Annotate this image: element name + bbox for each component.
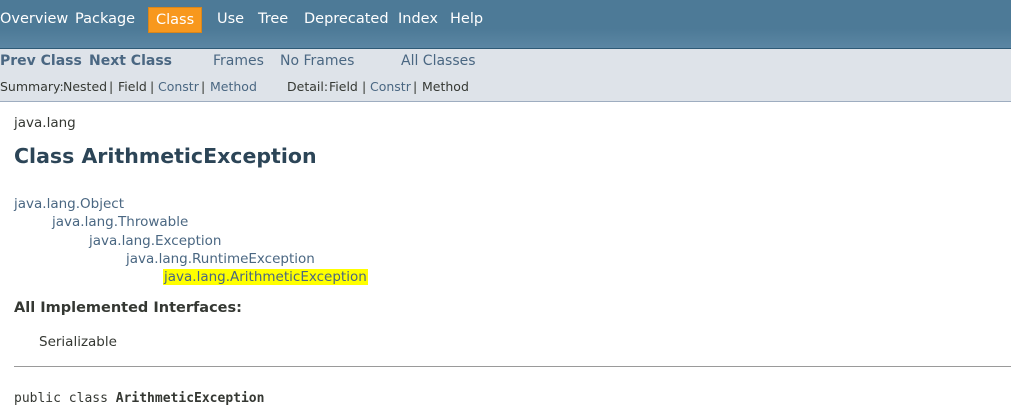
class-content: java.lang Class ArithmeticException java… xyxy=(0,101,1011,406)
detail-separator: | xyxy=(413,79,418,94)
interface-serializable-link[interactable]: Serializable xyxy=(39,334,117,350)
prev-class-link[interactable]: Prev Class xyxy=(0,53,82,69)
inheritance-exception-link[interactable]: java.lang.Exception xyxy=(89,233,221,249)
page-title: Class ArithmeticException xyxy=(14,144,317,168)
detail-field: Field xyxy=(329,79,358,94)
next-class-link[interactable]: Next Class xyxy=(89,53,172,69)
nav-help[interactable]: Help xyxy=(450,0,483,38)
inheritance-runtimeexception-link[interactable]: java.lang.RuntimeException xyxy=(126,251,315,267)
summary-nested: Nested xyxy=(63,79,108,94)
nav-use[interactable]: Use xyxy=(217,0,244,38)
detail-label: Detail: xyxy=(287,79,329,94)
frames-link[interactable]: Frames xyxy=(213,53,264,69)
summary-separator: | xyxy=(109,79,114,94)
summary-separator: | xyxy=(150,79,155,94)
no-frames-link[interactable]: No Frames xyxy=(280,53,354,69)
inheritance-object-link[interactable]: java.lang.Object xyxy=(14,196,124,212)
declaration-class-name: ArithmeticException xyxy=(115,391,265,406)
sub-navigation-bar: Prev Class Next Class Frames No Frames A… xyxy=(0,49,1011,102)
summary-label: Summary: xyxy=(0,79,64,94)
inheritance-throwable-link[interactable]: java.lang.Throwable xyxy=(52,214,188,230)
summary-separator: | xyxy=(201,79,206,94)
all-classes-link[interactable]: All Classes xyxy=(401,53,476,69)
detail-constr-link[interactable]: Constr xyxy=(370,79,411,94)
nav-class[interactable]: Class xyxy=(148,7,203,33)
section-divider xyxy=(14,366,1011,367)
nav-tree[interactable]: Tree xyxy=(258,0,288,38)
detail-separator: | xyxy=(362,79,367,94)
implemented-interfaces-heading: All Implemented Interfaces: xyxy=(14,300,242,316)
declaration-modifiers: public class xyxy=(14,391,108,406)
class-declaration: public class ArithmeticException xyxy=(14,391,264,406)
nav-deprecated[interactable]: Deprecated xyxy=(304,0,389,38)
top-navigation-bar: Overview Package Class Use Tree Deprecat… xyxy=(0,0,1011,49)
inheritance-current-class: java.lang.ArithmeticException xyxy=(163,269,368,285)
summary-method-link[interactable]: Method xyxy=(210,79,257,94)
summary-field: Field xyxy=(118,79,147,94)
nav-package[interactable]: Package xyxy=(75,0,135,38)
nav-index[interactable]: Index xyxy=(398,0,438,38)
detail-method: Method xyxy=(422,79,469,94)
nav-overview[interactable]: Overview xyxy=(0,0,68,38)
summary-constr-link[interactable]: Constr xyxy=(158,79,199,94)
package-name: java.lang xyxy=(14,115,76,131)
